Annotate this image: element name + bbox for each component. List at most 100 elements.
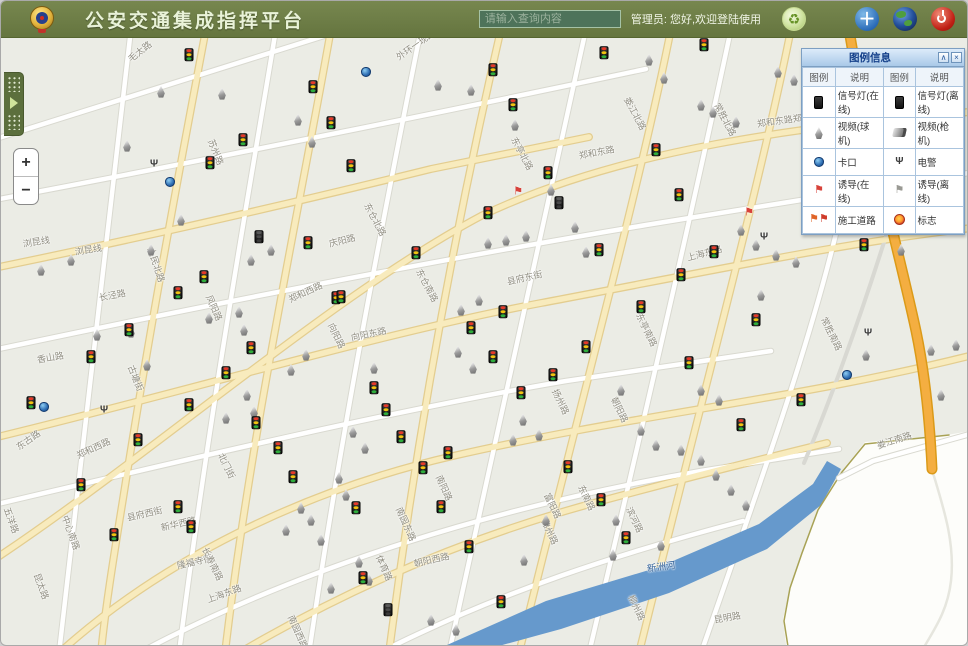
video-dome-marker[interactable] <box>360 442 370 454</box>
signal-online-marker[interactable] <box>544 166 553 179</box>
video-dome-marker[interactable] <box>541 514 551 526</box>
video-dome-marker[interactable] <box>286 364 296 376</box>
refresh-icon[interactable]: ♻ <box>782 7 806 31</box>
guidance-marker[interactable]: ⚑ <box>744 207 754 218</box>
video-dome-marker[interactable] <box>570 221 580 233</box>
video-dome-marker[interactable] <box>896 244 906 256</box>
video-dome-marker[interactable] <box>731 116 741 128</box>
video-dome-marker[interactable] <box>354 556 364 568</box>
zoom-in-button[interactable]: + <box>14 149 38 177</box>
video-dome-marker[interactable] <box>92 329 102 341</box>
signal-online-marker[interactable] <box>200 270 209 283</box>
signal-online-marker[interactable] <box>465 540 474 553</box>
checkpoint-marker[interactable] <box>165 177 175 187</box>
video-dome-marker[interactable] <box>696 454 706 466</box>
video-dome-marker[interactable] <box>369 362 379 374</box>
video-dome-marker[interactable] <box>861 349 871 361</box>
video-dome-marker[interactable] <box>474 294 484 306</box>
signal-online-marker[interactable] <box>337 290 346 303</box>
signal-online-marker[interactable] <box>499 305 508 318</box>
signal-online-marker[interactable] <box>600 46 609 59</box>
signal-online-marker[interactable] <box>327 116 336 129</box>
signal-online-marker[interactable] <box>797 393 806 406</box>
video-dome-marker[interactable] <box>651 439 661 451</box>
signal-online-marker[interactable] <box>187 520 196 533</box>
guidance-marker[interactable]: ⚑ <box>513 186 523 197</box>
video-dome-marker[interactable] <box>711 469 721 481</box>
video-dome-marker[interactable] <box>611 514 621 526</box>
video-dome-marker[interactable] <box>468 362 478 374</box>
video-dome-marker[interactable] <box>234 306 244 318</box>
video-dome-marker[interactable] <box>266 244 276 256</box>
checkpoint-marker[interactable] <box>842 370 852 380</box>
sidebar-toggle[interactable] <box>4 72 24 136</box>
video-dome-marker[interactable] <box>534 429 544 441</box>
signal-online-marker[interactable] <box>467 321 476 334</box>
signal-online-marker[interactable] <box>174 500 183 513</box>
signal-online-marker[interactable] <box>412 246 421 259</box>
signal-online-marker[interactable] <box>239 133 248 146</box>
video-dome-marker[interactable] <box>696 384 706 396</box>
video-dome-marker[interactable] <box>296 502 306 514</box>
video-dome-marker[interactable] <box>341 489 351 501</box>
globe-icon[interactable] <box>893 7 917 31</box>
video-dome-marker[interactable] <box>66 254 76 266</box>
signal-online-marker[interactable] <box>652 143 661 156</box>
video-dome-marker[interactable] <box>926 344 936 356</box>
video-dome-marker[interactable] <box>636 424 646 436</box>
signal-online-marker[interactable] <box>489 63 498 76</box>
video-dome-marker[interactable] <box>510 119 520 131</box>
checkpoint-marker[interactable] <box>39 402 49 412</box>
video-dome-marker[interactable] <box>122 140 132 152</box>
signal-online-marker[interactable] <box>206 156 215 169</box>
signal-online-marker[interactable] <box>370 381 379 394</box>
signal-online-marker[interactable] <box>685 356 694 369</box>
search-input[interactable] <box>479 10 621 28</box>
video-dome-marker[interactable] <box>676 444 686 456</box>
signal-online-marker[interactable] <box>110 528 119 541</box>
video-dome-marker[interactable] <box>204 312 214 324</box>
video-dome-marker[interactable] <box>936 389 946 401</box>
signal-online-marker[interactable] <box>564 460 573 473</box>
video-dome-marker[interactable] <box>483 237 493 249</box>
signal-offline-marker[interactable] <box>555 196 564 209</box>
legend-title-bar[interactable]: 图例信息 ∧ × <box>802 49 964 67</box>
legend-close-button[interactable]: × <box>951 52 962 63</box>
signal-online-marker[interactable] <box>700 38 709 51</box>
video-dome-marker[interactable] <box>293 114 303 126</box>
video-dome-marker[interactable] <box>501 234 511 246</box>
video-dome-marker[interactable] <box>656 539 666 551</box>
legend-collapse-button[interactable]: ∧ <box>938 52 949 63</box>
signal-online-marker[interactable] <box>860 238 869 251</box>
signal-online-marker[interactable] <box>622 531 631 544</box>
video-dome-marker[interactable] <box>316 534 326 546</box>
video-dome-marker[interactable] <box>176 214 186 226</box>
signal-online-marker[interactable] <box>174 286 183 299</box>
signal-online-marker[interactable] <box>710 245 719 258</box>
video-dome-marker[interactable] <box>644 54 654 66</box>
video-dome-marker[interactable] <box>518 414 528 426</box>
signal-online-marker[interactable] <box>484 206 493 219</box>
signal-online-marker[interactable] <box>419 461 428 474</box>
signal-online-marker[interactable] <box>489 350 498 363</box>
epolice-marker[interactable]: Ψ <box>760 231 768 242</box>
video-dome-marker[interactable] <box>789 74 799 86</box>
signal-online-marker[interactable] <box>382 403 391 416</box>
epolice-marker[interactable]: Ψ <box>100 404 108 415</box>
signal-online-marker[interactable] <box>517 386 526 399</box>
video-dome-marker[interactable] <box>306 514 316 526</box>
video-dome-marker[interactable] <box>519 554 529 566</box>
video-dome-marker[interactable] <box>36 264 46 276</box>
signal-online-marker[interactable] <box>274 441 283 454</box>
video-dome-marker[interactable] <box>696 99 706 111</box>
signal-online-marker[interactable] <box>737 418 746 431</box>
video-dome-marker[interactable] <box>741 499 751 511</box>
signal-online-marker[interactable] <box>509 98 518 111</box>
signal-online-marker[interactable] <box>677 268 686 281</box>
video-dome-marker[interactable] <box>156 86 166 98</box>
video-dome-marker[interactable] <box>773 66 783 78</box>
video-dome-marker[interactable] <box>246 254 256 266</box>
signal-online-marker[interactable] <box>27 396 36 409</box>
signal-online-marker[interactable] <box>595 243 604 256</box>
signal-online-marker[interactable] <box>87 350 96 363</box>
